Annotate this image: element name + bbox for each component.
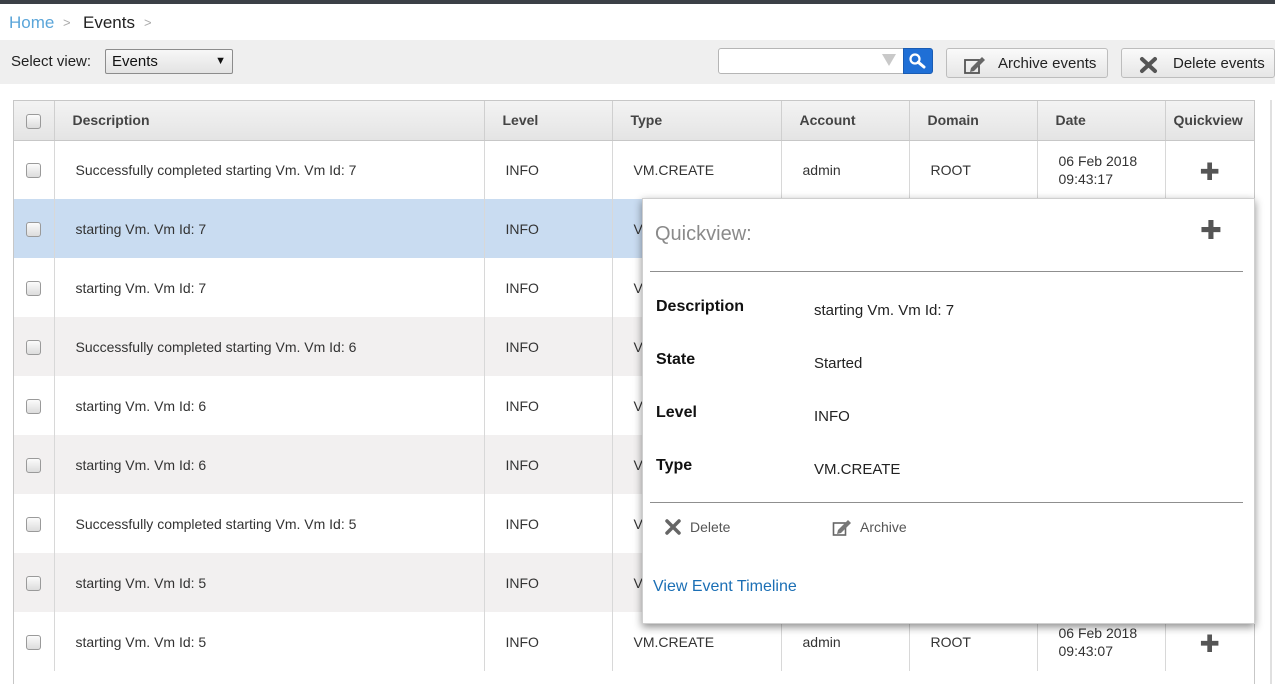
archive-events-label: Archive events bbox=[998, 55, 1097, 72]
divider bbox=[650, 271, 1243, 272]
column-header-description[interactable]: Description bbox=[54, 101, 485, 141]
field-value-description: starting Vm. Vm Id: 7 bbox=[814, 302, 955, 319]
row-checkbox[interactable] bbox=[26, 339, 42, 355]
breadcrumb-home-link[interactable]: Home bbox=[9, 13, 54, 33]
row-checkbox[interactable] bbox=[26, 457, 42, 473]
dropdown-arrow-icon: ▼ bbox=[215, 55, 226, 67]
quickview-archive-action[interactable]: Archive bbox=[832, 518, 922, 538]
plus-icon[interactable]: ✚ bbox=[1199, 631, 1219, 658]
breadcrumb-current[interactable]: Events bbox=[83, 13, 135, 33]
select-view-label: Select view: bbox=[11, 53, 92, 70]
row-checkbox-cell bbox=[14, 258, 55, 317]
quickview-panel: Quickview: ✚ Description starting Vm. Vm… bbox=[642, 198, 1255, 624]
plus-icon[interactable]: ✚ bbox=[1199, 159, 1219, 186]
quickview-delete-action[interactable]: Delete bbox=[664, 518, 744, 538]
cell-date: 06 Feb 2018 09:43:17 bbox=[1037, 140, 1166, 199]
select-view-dropdown[interactable]: Events ▼ bbox=[105, 49, 233, 74]
x-icon bbox=[1138, 55, 1160, 79]
scrollbar[interactable] bbox=[1270, 100, 1272, 684]
cell-description: starting Vm. Vm Id: 5 bbox=[54, 612, 485, 671]
quickview-cell: ✚ bbox=[1165, 140, 1254, 199]
cell-type: VM.CREATE bbox=[612, 140, 782, 199]
field-value-level: INFO bbox=[814, 408, 850, 425]
cell-level: INFO bbox=[484, 317, 613, 376]
field-label-type: Type bbox=[656, 457, 693, 474]
column-header-level[interactable]: Level bbox=[484, 101, 613, 141]
field-label-description: Description bbox=[656, 298, 745, 315]
search-button[interactable] bbox=[903, 48, 933, 74]
cell-level: INFO bbox=[484, 376, 613, 435]
field-label-level: Level bbox=[656, 404, 697, 421]
quickview-title: Quickview: bbox=[655, 223, 752, 245]
cell-level: INFO bbox=[484, 435, 613, 494]
breadcrumb: Home > Events > bbox=[0, 4, 1275, 40]
breadcrumb-separator: > bbox=[144, 15, 152, 30]
cell-level: INFO bbox=[484, 199, 613, 258]
search-input[interactable] bbox=[718, 48, 904, 74]
plus-icon[interactable]: ✚ bbox=[1200, 217, 1222, 243]
table-header-row: Description Level Type Account Domain Da… bbox=[14, 101, 1254, 141]
row-checkbox[interactable] bbox=[26, 280, 42, 296]
cell-description: starting Vm. Vm Id: 5 bbox=[54, 553, 485, 612]
archive-events-button[interactable]: Archive events bbox=[946, 48, 1108, 78]
cell-description: Successfully completed starting Vm. Vm I… bbox=[54, 494, 485, 553]
cell-description: starting Vm. Vm Id: 6 bbox=[54, 376, 485, 435]
cell-description: Successfully completed starting Vm. Vm I… bbox=[54, 317, 485, 376]
column-header-account[interactable]: Account bbox=[781, 101, 910, 141]
row-checkbox[interactable] bbox=[26, 516, 42, 532]
cell-description: starting Vm. Vm Id: 7 bbox=[54, 199, 485, 258]
row-checkbox[interactable] bbox=[26, 575, 42, 591]
cell-level: INFO bbox=[484, 553, 613, 612]
cell-description: starting Vm. Vm Id: 7 bbox=[54, 258, 485, 317]
row-checkbox[interactable] bbox=[26, 398, 42, 414]
breadcrumb-separator: > bbox=[63, 15, 71, 30]
column-header-type[interactable]: Type bbox=[612, 101, 782, 141]
cell-description: starting Vm. Vm Id: 6 bbox=[54, 435, 485, 494]
quickview-archive-label: Archive bbox=[860, 519, 907, 535]
view-event-timeline-link[interactable]: View Event Timeline bbox=[653, 578, 797, 596]
select-all-header bbox=[14, 101, 55, 141]
row-checkbox-cell bbox=[14, 317, 55, 376]
field-value-type: VM.CREATE bbox=[814, 461, 901, 478]
select-all-checkbox[interactable] bbox=[26, 113, 42, 129]
row-checkbox-cell bbox=[14, 435, 55, 494]
cell-account: admin bbox=[781, 140, 910, 199]
pencil-edit-icon bbox=[963, 55, 987, 79]
cell-level: INFO bbox=[484, 140, 613, 199]
cell-domain: ROOT bbox=[909, 140, 1038, 199]
column-header-date[interactable]: Date bbox=[1037, 101, 1166, 141]
field-label-state: State bbox=[656, 351, 696, 368]
table-row[interactable]: Successfully completed starting Vm. Vm I… bbox=[14, 140, 1254, 199]
field-value-state: Started bbox=[814, 355, 863, 372]
search-filter-dropdown-icon[interactable] bbox=[882, 54, 896, 66]
divider bbox=[650, 502, 1243, 503]
row-checkbox-cell bbox=[14, 612, 55, 671]
column-header-domain[interactable]: Domain bbox=[909, 101, 1038, 141]
row-checkbox[interactable] bbox=[26, 221, 42, 237]
delete-events-button[interactable]: Delete events bbox=[1121, 48, 1275, 78]
x-icon bbox=[664, 518, 682, 539]
cell-level: INFO bbox=[484, 258, 613, 317]
row-checkbox-cell bbox=[14, 553, 55, 612]
row-checkbox[interactable] bbox=[26, 634, 42, 650]
magnifier-icon bbox=[909, 53, 926, 69]
toolbar: Select view: Events ▼ Archive events Del… bbox=[0, 40, 1275, 84]
delete-events-label: Delete events bbox=[1173, 55, 1265, 72]
row-checkbox-cell bbox=[14, 140, 55, 199]
row-checkbox[interactable] bbox=[26, 163, 42, 179]
column-header-quickview: Quickview bbox=[1165, 101, 1254, 141]
row-checkbox-cell bbox=[14, 376, 55, 435]
cell-level: INFO bbox=[484, 494, 613, 553]
row-checkbox-cell bbox=[14, 199, 55, 258]
cell-level: INFO bbox=[484, 612, 613, 671]
cell-description: Successfully completed starting Vm. Vm I… bbox=[54, 140, 485, 199]
select-view-value: Events bbox=[112, 53, 158, 70]
pencil-edit-icon bbox=[832, 518, 854, 541]
quickview-delete-label: Delete bbox=[690, 519, 731, 535]
row-checkbox-cell bbox=[14, 494, 55, 553]
